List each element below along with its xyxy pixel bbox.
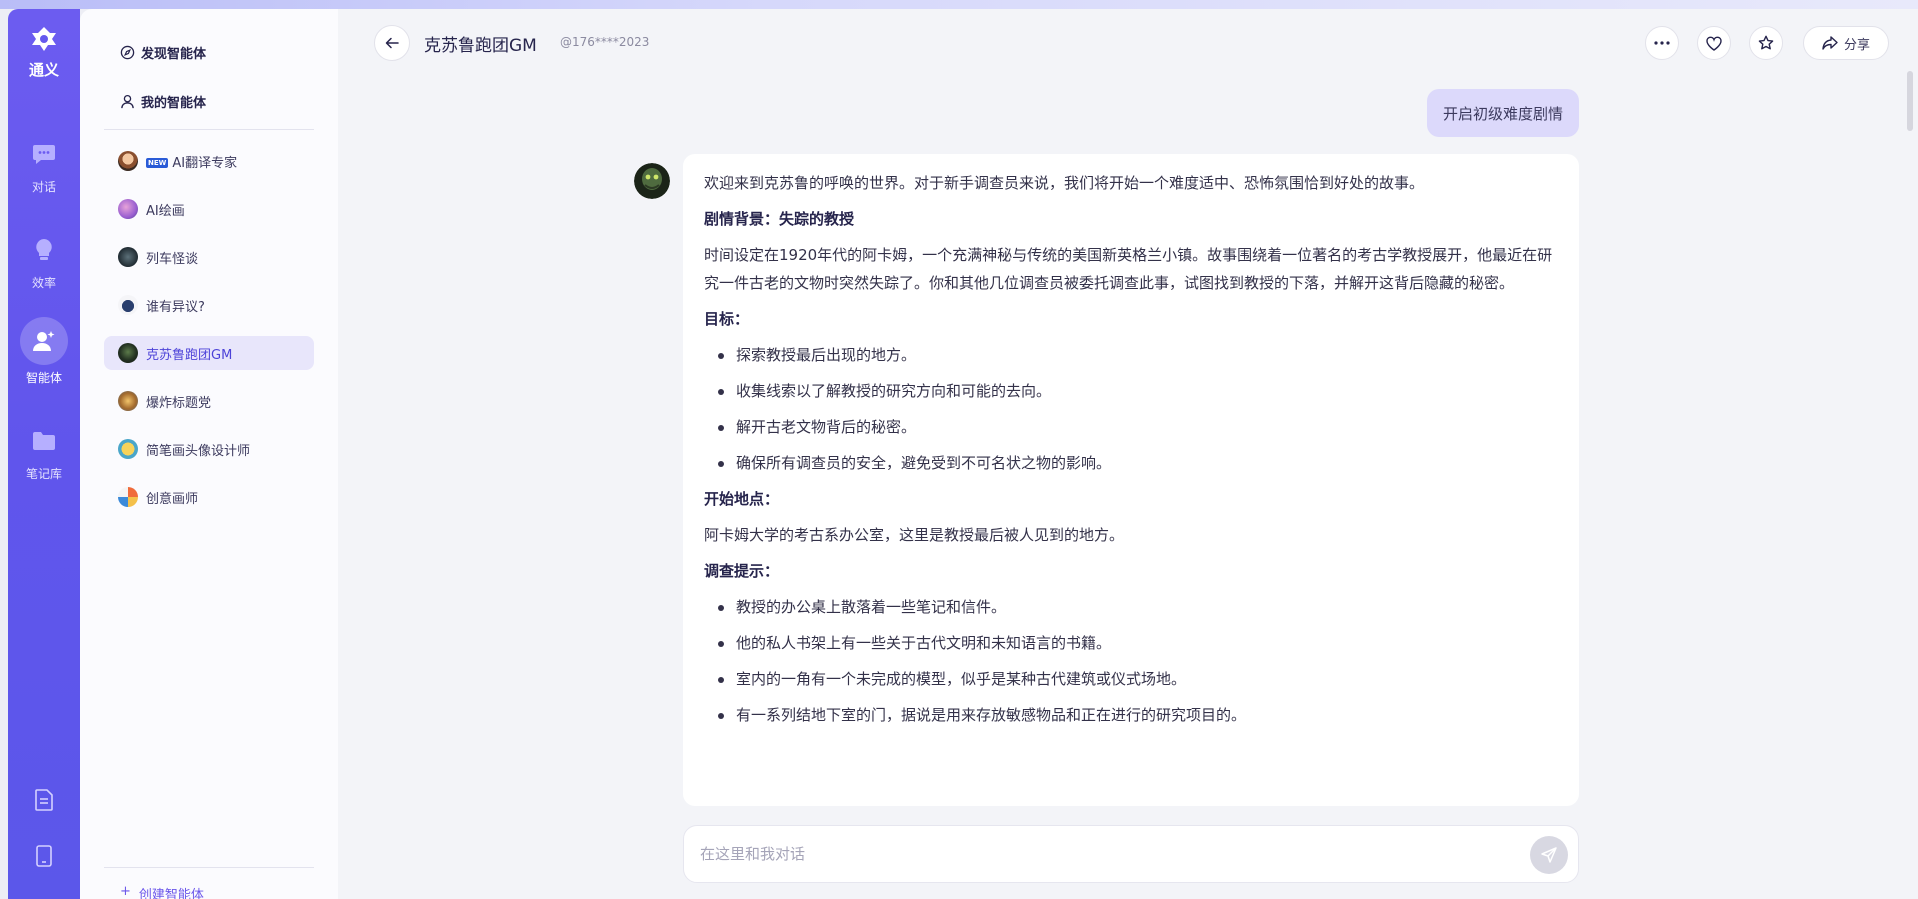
- compass-icon: [120, 45, 135, 60]
- agent-avatar: [118, 151, 138, 171]
- background-paragraph: 时间设定在1920年代的阿卡姆，一个充满神秘与传统的美国新英格兰小镇。故事围绕着…: [704, 246, 1553, 292]
- share-label: 分享: [1843, 37, 1870, 53]
- list-item: 探索教授最后出现的地方。: [704, 341, 1558, 369]
- agent-item-clickbait[interactable]: 爆炸标题党: [104, 384, 314, 418]
- heart-icon: [1706, 36, 1722, 51]
- list-item: 收集线索以了解教授的研究方向和可能的去向。: [704, 377, 1558, 405]
- agent-item-label: 克苏鲁跑团GM: [146, 347, 233, 363]
- chat-scrollbar[interactable]: [1907, 71, 1913, 131]
- start-paragraph: 阿卡姆大学的考古系办公室，这里是教授最后被人见到的地方。: [704, 526, 1125, 544]
- agent-item-label: 创意画师: [146, 491, 199, 507]
- mobile-icon: [36, 845, 52, 867]
- agent-item-doodle-avatar[interactable]: 简笔画头像设计师: [104, 432, 314, 466]
- list-item: 教授的办公桌上散落着一些笔记和信件。: [704, 593, 1558, 621]
- back-button[interactable]: [374, 25, 410, 61]
- favorite-button[interactable]: [1749, 26, 1783, 60]
- start-heading: 开始地点：: [704, 490, 780, 508]
- my-agents-label: 我的智能体: [141, 96, 207, 111]
- agent-item-cthulhu-gm[interactable]: 克苏鲁跑团GM: [104, 336, 314, 370]
- hints-list: 教授的办公桌上散落着一些笔记和信件。 他的私人书架上有一些关于古代文明和未知语言…: [704, 593, 1558, 729]
- more-button[interactable]: [1645, 26, 1679, 60]
- chat-panel: 克苏鲁跑团GM @176****2023 分享 开启初级难度剧情 欢迎来到克苏鲁…: [338, 9, 1918, 899]
- send-button[interactable]: [1530, 836, 1568, 874]
- top-accent-strip: [0, 0, 1918, 9]
- agent-item-objection[interactable]: 谁有异议?: [104, 288, 314, 322]
- rail-item-notes[interactable]: 笔记库: [8, 421, 80, 482]
- bot-avatar: [634, 163, 670, 199]
- agent-item-label: 谁有异议?: [146, 299, 205, 315]
- agent-avatar: [118, 343, 138, 363]
- agent-author-handle: @176****2023: [560, 35, 650, 49]
- plus-icon: +: [120, 884, 131, 899]
- share-icon: [1822, 36, 1838, 50]
- list-item: 有一系列结地下室的门，据说是用来存放敏感物品和正在进行的研究项目的。: [704, 701, 1558, 729]
- brand-logo[interactable]: 通义: [8, 25, 80, 80]
- mobile-button[interactable]: [8, 845, 80, 867]
- my-agents-link[interactable]: 我的智能体: [120, 92, 206, 111]
- agent-item-creative-painter[interactable]: 创意画师: [104, 480, 314, 514]
- user-message-bubble: 开启初级难度剧情: [1426, 89, 1579, 137]
- lightbulb-icon: [24, 230, 64, 270]
- agent-item-ai-translator[interactable]: NEW AI翻译专家: [104, 144, 314, 178]
- list-item: 他的私人书架上有一些关于古代文明和未知语言的书籍。: [704, 629, 1558, 657]
- sidebar-divider: [104, 129, 314, 130]
- agent-item-label: 简笔画头像设计师: [146, 443, 251, 459]
- chat-input-box: [683, 825, 1579, 883]
- goals-heading: 目标：: [704, 310, 750, 328]
- chat-bubble-icon: [24, 134, 64, 174]
- discover-agents-label: 发现智能体: [141, 47, 207, 62]
- rail-item-label: 笔记库: [25, 467, 62, 481]
- more-dots-icon: [1654, 41, 1670, 45]
- agent-avatar: [118, 391, 138, 411]
- agent-item-label: 列车怪谈: [146, 251, 199, 267]
- agent-item-train-horror[interactable]: 列车怪谈: [104, 240, 314, 274]
- document-button[interactable]: [8, 789, 80, 811]
- rail-item-agents[interactable]: 智能体: [8, 317, 80, 386]
- hints-heading: 调查提示：: [704, 562, 780, 580]
- send-icon: [1541, 847, 1557, 863]
- rail-item-label: 效率: [31, 276, 56, 290]
- agent-avatar: [118, 295, 138, 315]
- create-agent-button[interactable]: + 创建智能体: [120, 884, 204, 899]
- intro-paragraph: 欢迎来到克苏鲁的呼唤的世界。对于新手调查员来说，我们将开始一个难度适中、恐怖氛围…: [704, 174, 1425, 192]
- sidebar-bottom-divider: [104, 867, 314, 868]
- star-icon: [1758, 35, 1774, 50]
- agent-avatar: [118, 487, 138, 507]
- rail-item-label: 智能体: [25, 371, 62, 385]
- agent-icon: [20, 317, 68, 365]
- background-heading: 剧情背景：失踪的教授: [704, 210, 855, 228]
- list-item: 解开古老文物背后的秘密。: [704, 413, 1558, 441]
- share-button[interactable]: 分享: [1803, 26, 1889, 60]
- folder-icon: [24, 421, 64, 461]
- create-agent-label: 创建智能体: [138, 888, 204, 899]
- document-icon: [35, 789, 53, 811]
- user-icon: [121, 94, 134, 109]
- agent-item-label: NEW AI翻译专家: [146, 155, 238, 171]
- agent-sidebar: 发现智能体 我的智能体 NEW AI翻译专家 AI绘画 列车怪谈 谁有异议? 克苏…: [80, 9, 338, 899]
- agent-title: 克苏鲁跑团GM: [424, 36, 537, 56]
- agent-avatar: [118, 439, 138, 459]
- agent-item-label: AI绘画: [146, 203, 185, 219]
- list-item: 确保所有调查员的安全，避免受到不可名状之物的影响。: [704, 449, 1558, 477]
- discover-agents-link[interactable]: 发现智能体: [120, 43, 206, 62]
- bot-message-card: 欢迎来到克苏鲁的呼唤的世界。对于新手调查员来说，我们将开始一个难度适中、恐怖氛围…: [683, 154, 1579, 806]
- list-item: 室内的一角有一个未完成的模型，似乎是某种古代建筑或仪式场地。: [704, 665, 1558, 693]
- logo-icon: [32, 27, 56, 51]
- agent-item-ai-painting[interactable]: AI绘画: [104, 192, 314, 226]
- rail-item-efficiency[interactable]: 效率: [8, 230, 80, 291]
- brand-name: 通义: [28, 61, 59, 79]
- goals-list: 探索教授最后出现的地方。 收集线索以了解教授的研究方向和可能的去向。 解开古老文…: [704, 341, 1558, 477]
- rail-item-chat[interactable]: 对话: [8, 134, 80, 195]
- rail-item-label: 对话: [31, 180, 56, 194]
- agent-item-label: 爆炸标题党: [146, 395, 212, 411]
- agent-avatar: [118, 199, 138, 219]
- like-button[interactable]: [1697, 26, 1731, 60]
- new-badge: NEW: [146, 157, 169, 168]
- app-rail: 通义 对话 效率 智能体 笔记库: [8, 9, 80, 899]
- chat-input[interactable]: [700, 845, 1520, 863]
- agent-avatar: [118, 247, 138, 267]
- arrow-left-icon: [385, 37, 399, 49]
